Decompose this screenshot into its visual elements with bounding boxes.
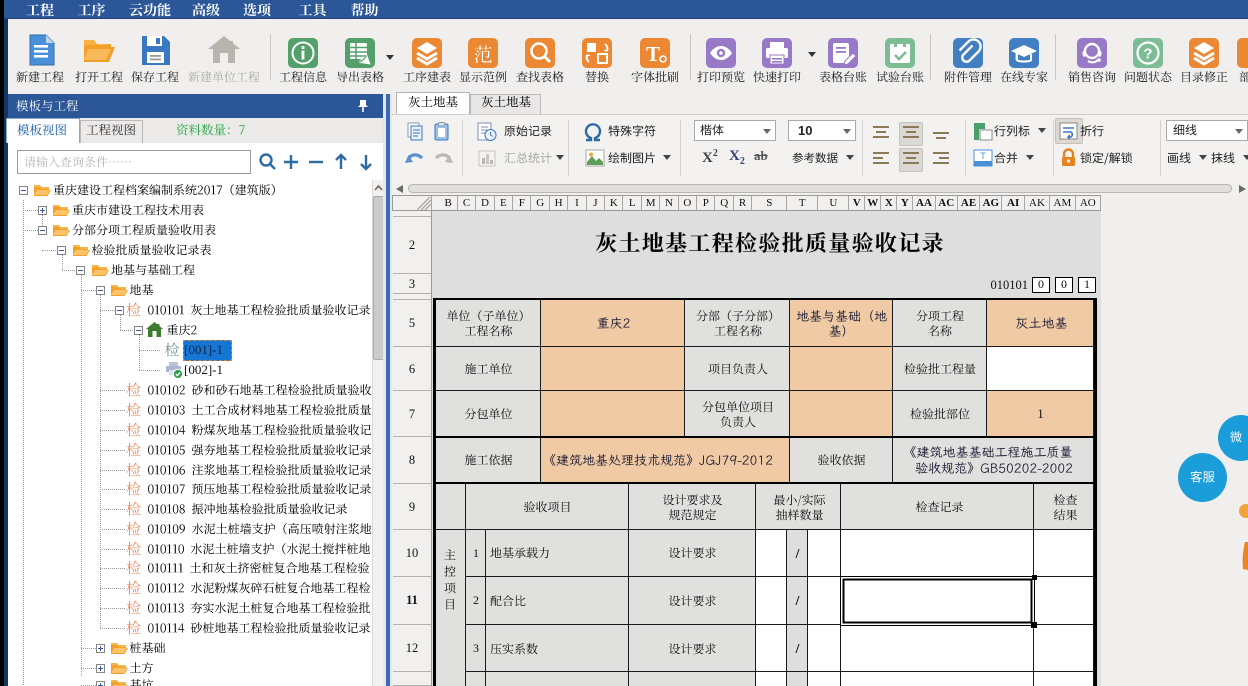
svg-text:?: ? — [1143, 46, 1152, 63]
svg-text:T: T — [646, 42, 660, 66]
svg-text:T: T — [980, 151, 986, 161]
